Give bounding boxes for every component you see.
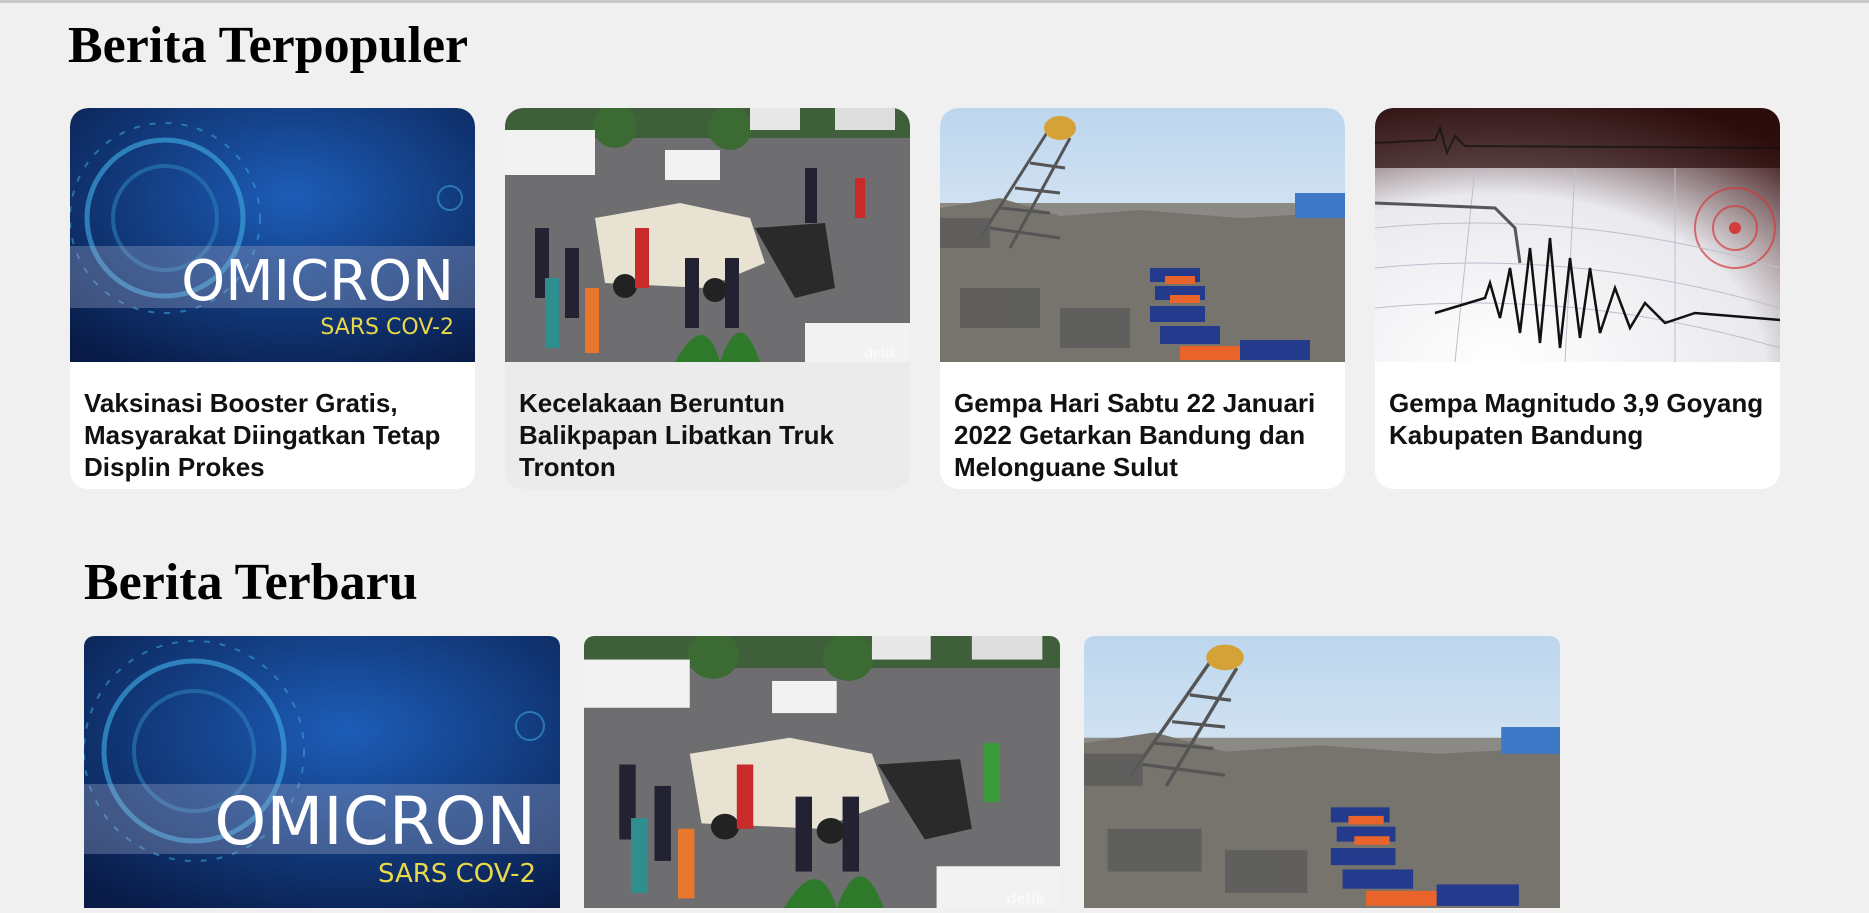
section-title-latest: Berita Terbaru <box>84 554 418 611</box>
watermark: detik <box>864 345 897 361</box>
news-card[interactable]: Gempa Hari Sabtu 22 Januari 2022 Getarka… <box>940 108 1345 489</box>
news-card[interactable]: Gempa Magnitudo 3,9 Goyang Kabupaten Ban… <box>1375 108 1780 489</box>
card-title[interactable]: Gempa Hari Sabtu 22 Januari 2022 Getarka… <box>954 387 1339 483</box>
omicron-sub: SARS COV-2 <box>378 859 536 889</box>
card-title[interactable]: Kecelakaan Beruntun Balikpapan Libatkan … <box>519 387 904 483</box>
omicron-sub: SARS COV-2 <box>320 315 454 340</box>
earthquake-ruins-image <box>1084 636 1560 908</box>
news-card[interactable]: OMICRON SARS COV-2 Vaksinasi Booster Gra… <box>70 108 475 489</box>
watermark: detik <box>1006 891 1045 907</box>
omicron-word: OMICRON <box>214 783 536 860</box>
omicron-word: OMICRON <box>181 249 454 314</box>
earthquake-ruins-image <box>940 108 1345 362</box>
omicron-virus-image: OMICRON SARS COV-2 <box>70 108 475 362</box>
news-card[interactable]: OMICRON SARS COV-2 <box>84 636 560 908</box>
section-title-popular: Berita Terpopuler <box>68 17 469 74</box>
top-border <box>0 0 1869 3</box>
card-title[interactable]: Gempa Magnitudo 3,9 Goyang Kabupaten Ban… <box>1389 387 1774 451</box>
news-card[interactable] <box>1084 636 1560 908</box>
seismograph-image <box>1375 108 1780 362</box>
news-card[interactable]: detik <box>584 636 1060 908</box>
card-title[interactable]: Vaksinasi Booster Gratis, Masyarakat Dii… <box>84 387 469 483</box>
news-card[interactable]: detik Kecelakaan Beruntun Balikpapan Lib… <box>505 108 910 489</box>
crash-scene-image: detik <box>505 108 910 362</box>
omicron-virus-image: OMICRON SARS COV-2 <box>84 636 560 908</box>
crash-scene-image: detik <box>584 636 1060 908</box>
